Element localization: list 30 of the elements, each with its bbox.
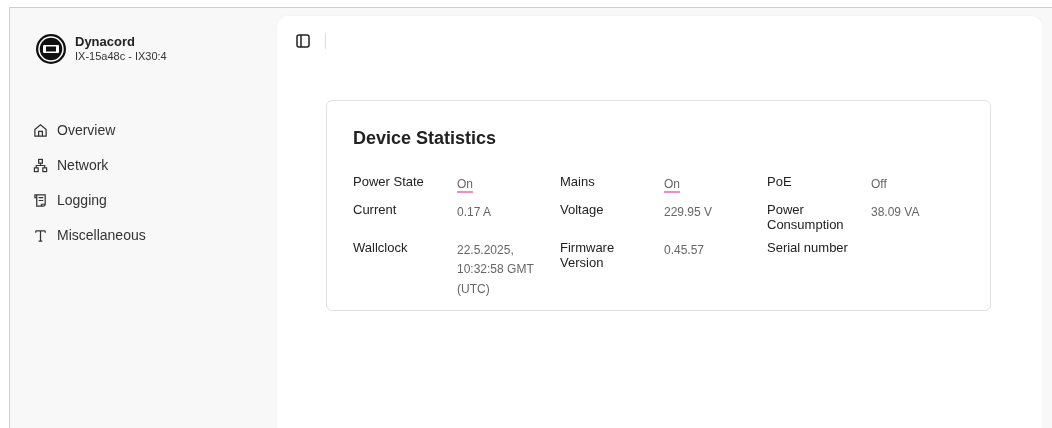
home-icon	[33, 123, 48, 138]
stat-label: Firmware Version	[560, 239, 616, 272]
nav-link[interactable]: Network	[57, 155, 109, 176]
stat-label: Wallclock	[353, 239, 409, 257]
stat-value: 0.45.57	[664, 242, 705, 257]
sidebar-toggle-icon[interactable]	[295, 33, 311, 49]
stat-label: PoE	[767, 174, 793, 191]
stat-value: 38.09 VA	[871, 204, 920, 219]
stat-label: Voltage	[560, 201, 605, 219]
nav-link[interactable]: Logging	[57, 190, 107, 211]
status-value: On	[664, 177, 680, 193]
nav-link[interactable]: Miscellaneous	[57, 225, 146, 246]
stat-value: 229.95 V	[664, 204, 713, 219]
network-icon	[33, 158, 48, 173]
stat-label: Power State	[353, 174, 425, 191]
stat-value: 0.17 A	[457, 204, 492, 219]
stat-label: Serial number	[767, 239, 849, 257]
stat-label: Mains	[560, 174, 596, 191]
text-icon	[33, 228, 48, 243]
stat-value: 22.5.2025, 10:32:58 GMT (UTC)	[457, 242, 534, 296]
stat-label: Power Consumption	[767, 201, 845, 232]
card-title: Device Statistics	[353, 127, 498, 150]
device-name: Dynacord	[75, 34, 136, 51]
status-value: Off	[871, 177, 887, 191]
stat-label: Current	[353, 201, 398, 219]
status-value: On	[457, 177, 473, 193]
logo-icon	[35, 33, 67, 65]
scroll-icon	[33, 193, 48, 208]
nav-link[interactable]: Overview	[57, 120, 116, 141]
device-model: IX-15a48c - IX30:4	[75, 50, 167, 64]
